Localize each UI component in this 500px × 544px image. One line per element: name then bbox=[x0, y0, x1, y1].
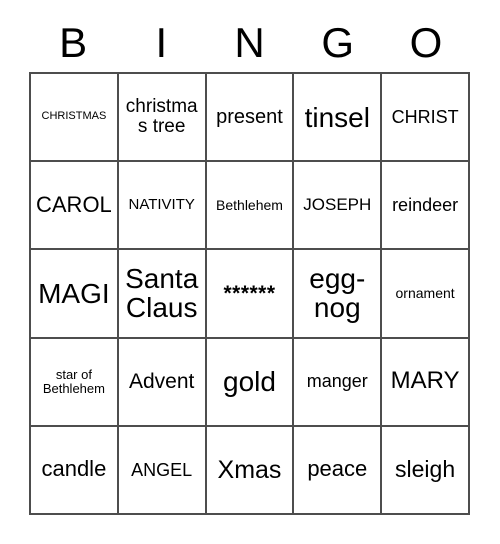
bingo-cell-free-space[interactable]: ****** bbox=[206, 250, 295, 339]
bingo-header-letter-o: O bbox=[409, 19, 443, 66]
bingo-header-row: B I N G O bbox=[29, 14, 470, 72]
bingo-cell-g4[interactable]: manger bbox=[294, 338, 383, 427]
bingo-header-letter-n: N bbox=[234, 19, 265, 66]
bingo-cell-g1[interactable]: tinsel bbox=[294, 74, 383, 163]
bingo-cell-label: egg-nog bbox=[309, 263, 366, 324]
bingo-cell-label: reindeer bbox=[392, 194, 459, 215]
bingo-cell-label: JOSEPH bbox=[303, 195, 372, 215]
bingo-cell-n4[interactable]: gold bbox=[206, 338, 295, 427]
bingo-cell-o5[interactable]: sleigh bbox=[382, 426, 470, 515]
bingo-cell-g2[interactable]: JOSEPH bbox=[294, 162, 383, 251]
bingo-cell-label: sleigh bbox=[395, 455, 456, 482]
bingo-cell-label: MARY bbox=[390, 367, 460, 395]
bingo-cell-g3[interactable]: egg-nog bbox=[294, 250, 383, 339]
bingo-cell-label: present bbox=[216, 105, 283, 128]
bingo-cell-label: MAGI bbox=[38, 277, 110, 309]
bingo-header-letter-b: B bbox=[59, 19, 88, 66]
bingo-cell-o3[interactable]: ornament bbox=[382, 250, 470, 339]
bingo-cell-label: candle bbox=[41, 456, 107, 482]
bingo-cell-i5[interactable]: ANGEL bbox=[118, 426, 207, 515]
bingo-cell-label: tinsel bbox=[304, 101, 370, 133]
bingo-cell-label: ANGEL bbox=[131, 459, 193, 480]
bingo-grid: CHRISTMAS christmas tree present tinsel … bbox=[29, 72, 470, 515]
bingo-cell-label: CAROL bbox=[36, 191, 112, 217]
bingo-cell-b3[interactable]: MAGI bbox=[31, 250, 119, 339]
bingo-header-letter-i: I bbox=[155, 19, 168, 66]
bingo-cell-label: christmas tree bbox=[125, 96, 198, 138]
bingo-free-space-label: ****** bbox=[223, 281, 276, 305]
bingo-cell-i1[interactable]: christmas tree bbox=[118, 74, 207, 163]
bingo-cell-i2[interactable]: NATIVITY bbox=[118, 162, 207, 251]
bingo-cell-n5[interactable]: Xmas bbox=[206, 426, 295, 515]
bingo-cell-label: Bethlehem bbox=[216, 197, 283, 214]
bingo-cell-label: gold bbox=[223, 366, 276, 398]
bingo-cell-label: peace bbox=[307, 456, 368, 482]
bingo-cell-o4[interactable]: MARY bbox=[382, 338, 470, 427]
bingo-cell-g5[interactable]: peace bbox=[294, 426, 383, 515]
bingo-cell-b2[interactable]: CAROL bbox=[31, 162, 119, 251]
bingo-cell-n2[interactable]: Bethlehem bbox=[206, 162, 295, 251]
bingo-cell-b1[interactable]: CHRISTMAS bbox=[31, 74, 119, 163]
bingo-header-letter-g: G bbox=[321, 19, 355, 66]
bingo-cell-b4[interactable]: star of Bethlehem bbox=[31, 338, 119, 427]
bingo-cell-label: NATIVITY bbox=[128, 196, 195, 214]
bingo-cell-label: CHRISTMAS bbox=[41, 110, 107, 123]
bingo-cell-label: Xmas bbox=[217, 455, 282, 484]
bingo-cell-i4[interactable]: Advent bbox=[118, 338, 207, 427]
bingo-cell-label: Advent bbox=[129, 369, 195, 393]
bingo-cell-i3[interactable]: Santa Claus bbox=[118, 250, 207, 339]
bingo-cell-label: CHRIST bbox=[391, 106, 459, 127]
bingo-cell-label: manger bbox=[306, 371, 368, 392]
bingo-cell-o2[interactable]: reindeer bbox=[382, 162, 470, 251]
bingo-card: B I N G O CHRISTMAS christmas tree prese… bbox=[0, 0, 500, 544]
bingo-cell-label: ornament bbox=[395, 285, 455, 302]
bingo-cell-label: Santa Claus bbox=[125, 263, 199, 324]
bingo-cell-n1[interactable]: present bbox=[206, 74, 295, 163]
bingo-cell-label: star of Bethlehem bbox=[42, 367, 105, 396]
bingo-cell-b5[interactable]: candle bbox=[31, 426, 119, 515]
bingo-cell-o1[interactable]: CHRIST bbox=[382, 74, 470, 163]
